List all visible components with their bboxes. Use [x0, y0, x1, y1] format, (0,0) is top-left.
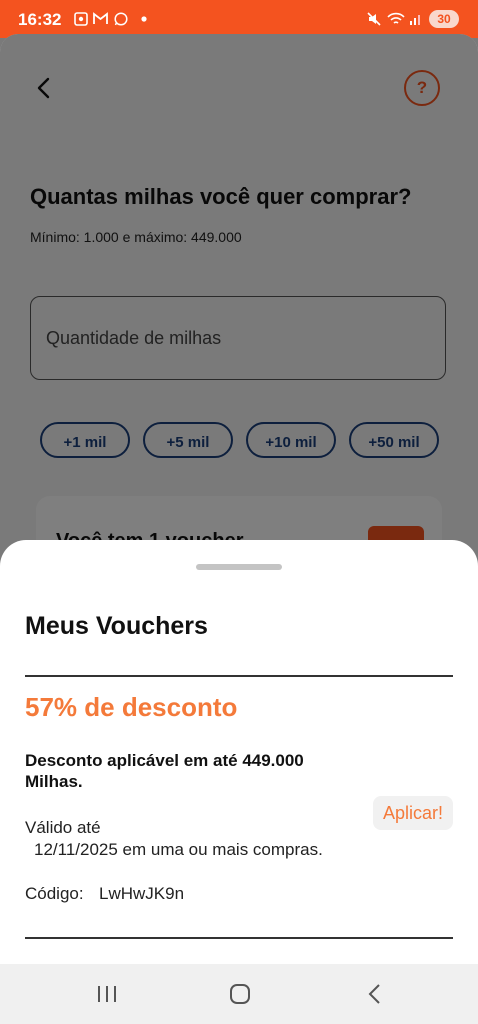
- sheet-title: Meus Vouchers: [25, 612, 208, 640]
- whatsapp-icon: [114, 12, 128, 29]
- divider: [25, 675, 453, 677]
- dot-icon: [141, 12, 147, 29]
- valid-until-date: 12/11/2025 em uma ou mais compras.: [34, 840, 323, 859]
- voucher-code-label: Código:: [25, 884, 84, 903]
- sheet-drag-handle[interactable]: [196, 564, 282, 570]
- screenshot-icon: [74, 12, 88, 29]
- apply-voucher-button[interactable]: Aplicar!: [373, 796, 453, 830]
- gmail-icon: [93, 12, 108, 29]
- divider: [25, 937, 453, 939]
- back-arrow-icon: [368, 984, 380, 1004]
- vouchers-bottom-sheet: Meus Vouchers 57% de desconto Desconto a…: [0, 540, 478, 964]
- wifi-icon: [387, 12, 405, 29]
- signal-icon: [409, 12, 423, 29]
- valid-until-label: Válido até: [25, 818, 101, 837]
- home-icon: [230, 984, 250, 1004]
- voucher-applicable-text: Desconto aplicável em até 449.000 Milhas…: [25, 751, 304, 791]
- status-bar: 16:32 30: [0, 0, 478, 38]
- voucher-code-value: LwHwJK9n: [99, 884, 185, 903]
- voucher-discount: 57% de desconto: [25, 692, 238, 722]
- nav-back-button[interactable]: [360, 979, 390, 1009]
- recents-icon: [98, 986, 116, 1002]
- battery-indicator: 30: [429, 10, 459, 28]
- mute-icon: [367, 12, 381, 29]
- status-time: 16:32: [18, 10, 62, 29]
- home-button[interactable]: [225, 979, 255, 1009]
- recent-apps-button[interactable]: [92, 979, 122, 1009]
- system-nav-bar: [0, 964, 478, 1024]
